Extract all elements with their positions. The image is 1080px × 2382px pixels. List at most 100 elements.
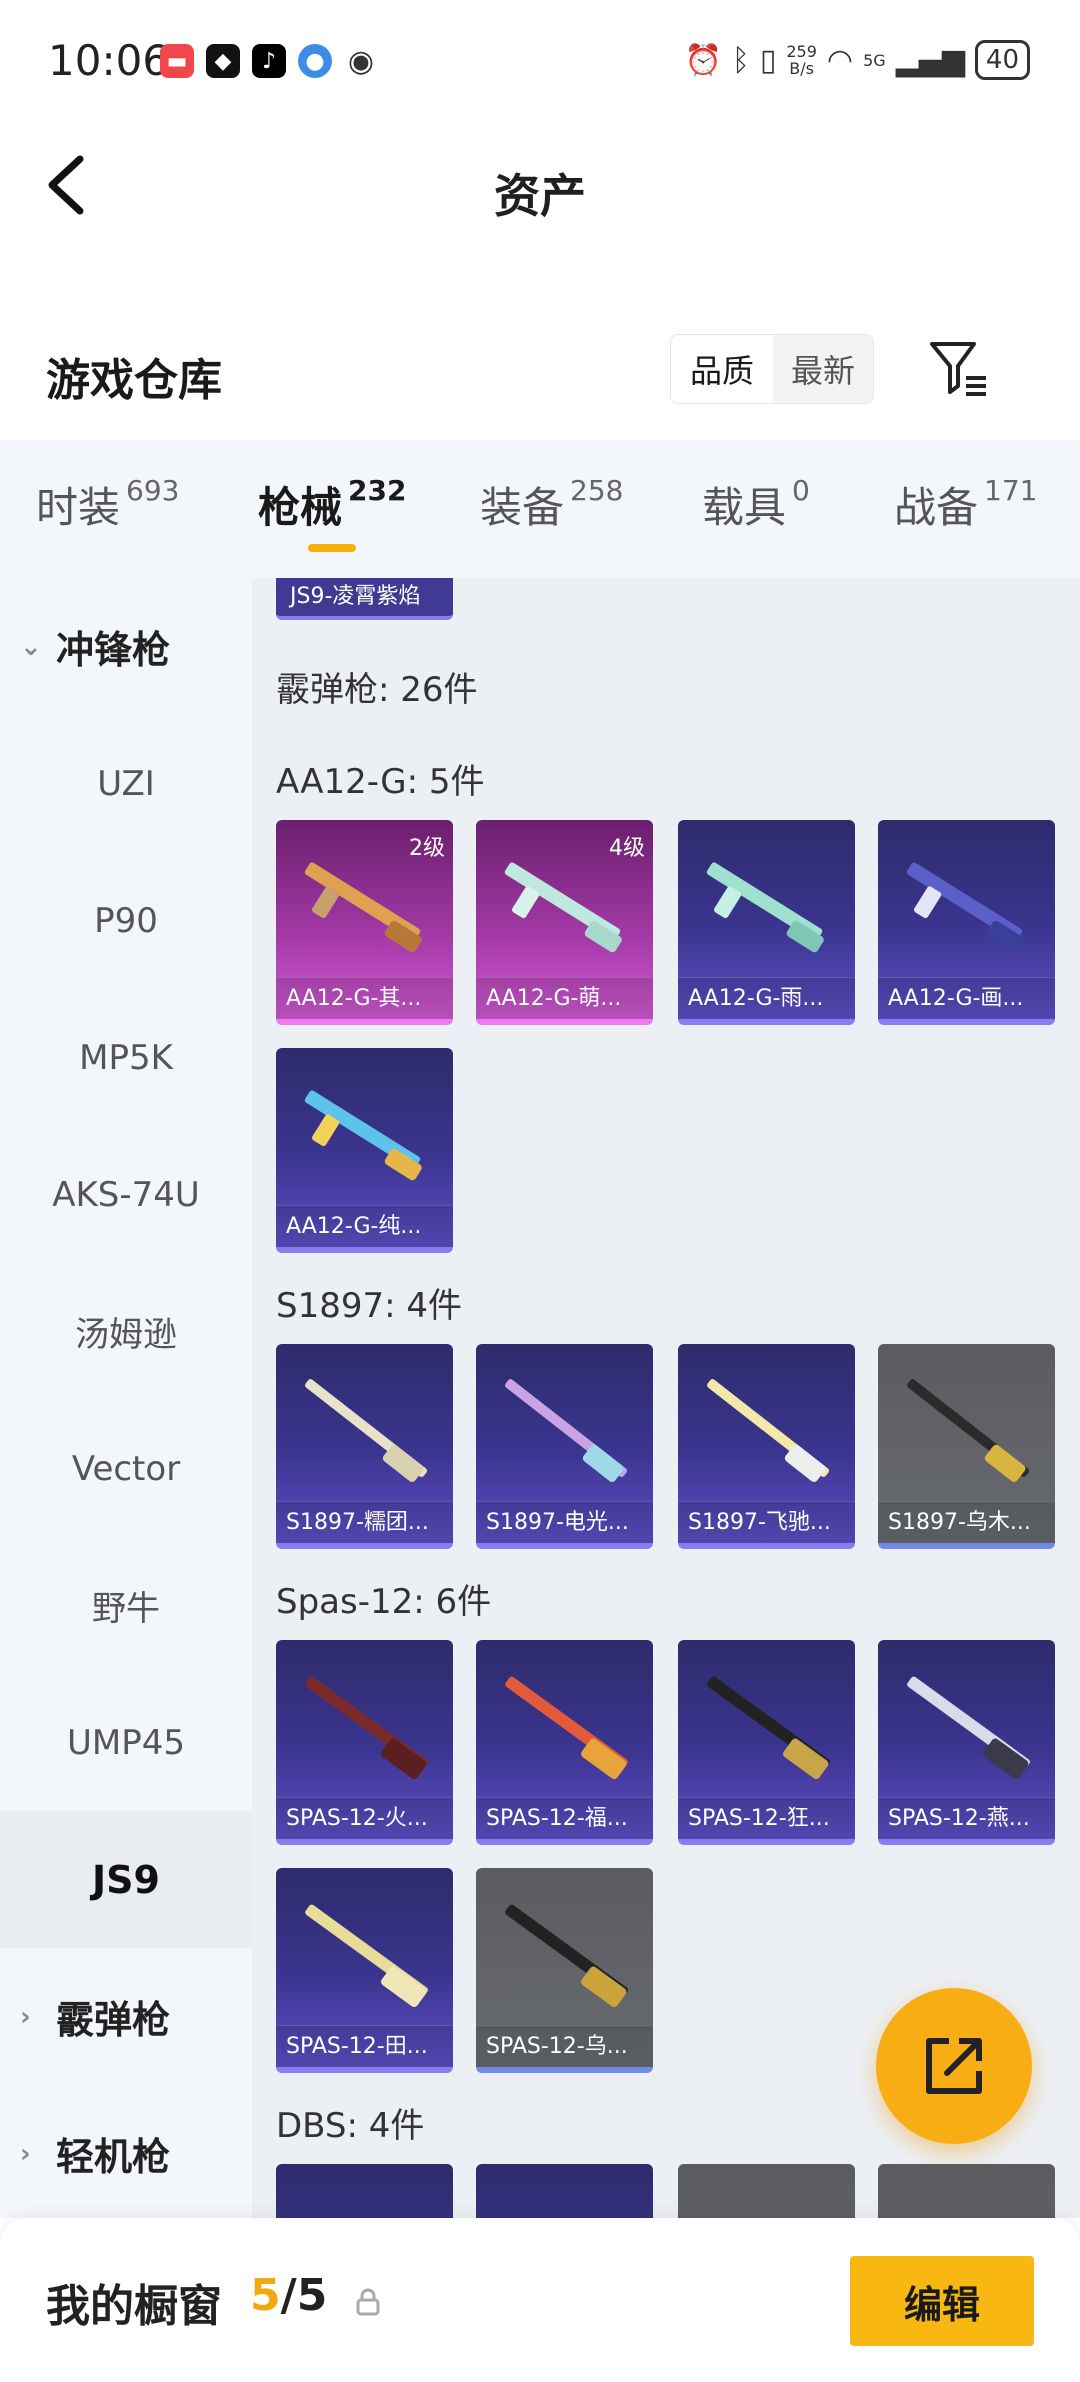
showcase-current: 5 (250, 2270, 281, 2321)
lock-icon (356, 2288, 380, 2316)
sidebar-item-thompson[interactable]: 汤姆逊 (0, 1263, 252, 1400)
filter-button[interactable] (928, 338, 990, 400)
eye-icon: ◉ (347, 43, 375, 79)
item-card[interactable] (476, 2164, 653, 2218)
tab-label: 枪械 (258, 483, 343, 532)
item-card[interactable] (276, 2164, 453, 2218)
sidebar-item-bizon[interactable]: 野牛 (0, 1537, 252, 1674)
sidebar-group-label: 霰弹枪 (56, 1998, 171, 2042)
sidebar-group-lmg[interactable]: › 轻机枪 (0, 2085, 252, 2222)
tab-count: 232 (348, 474, 407, 507)
item-name: SPAS-12-火... (276, 1797, 453, 1839)
shotgun-icon (305, 1676, 428, 1780)
item-name: AA12-G-其... (276, 977, 453, 1019)
weapon-type-sidebar: ⌄ 冲锋枪 UZI P90 MP5K AKS-74U 汤姆逊 Vector 野牛… (0, 578, 252, 2218)
item-card[interactable]: AA12-G-雨... (678, 820, 855, 1025)
item-card[interactable]: S1897-乌木... (878, 1344, 1055, 1549)
category-heading: 霰弹枪: 26件 (276, 670, 478, 710)
showcase-count: 5/5 (250, 2270, 327, 2321)
tab-label: 装备 (480, 483, 565, 532)
system-status: ⏰ ᛒ ▯ 259 B/s ◠ 5G ▂▄▆ 40 (684, 40, 1030, 80)
sidebar-group-smg[interactable]: ⌄ 冲锋枪 (0, 578, 252, 715)
item-card[interactable]: SPAS-12-田... (276, 1868, 453, 2073)
tab-supplies[interactable]: 战备 171 (894, 474, 1037, 535)
sort-newest-button[interactable]: 最新 (773, 335, 873, 403)
tab-guns[interactable]: 枪械 232 (258, 474, 406, 535)
item-card[interactable] (878, 2164, 1055, 2218)
item-card[interactable]: S1897-飞驰... (678, 1344, 855, 1549)
shotgun-icon (505, 1379, 627, 1482)
item-card[interactable]: AA12-G-纯... (276, 1048, 453, 1253)
shotgun-icon (305, 1379, 427, 1482)
item-name: SPAS-12-福... (476, 1797, 653, 1839)
shotgun-icon (707, 1676, 830, 1780)
sidebar-group-label: 冲锋枪 (56, 628, 171, 672)
browser-app-icon: ● (298, 44, 332, 78)
warehouse-header: 游戏仓库 品质 最新 (0, 320, 1080, 440)
item-card[interactable]: SPAS-12-乌... (476, 1868, 653, 2073)
group-heading-dbs: DBS: 4件 (276, 2106, 425, 2146)
item-card[interactable]: S1897-电光... (476, 1344, 653, 1549)
item-card[interactable]: SPAS-12-火... (276, 1640, 453, 1845)
sidebar-item-mp5k[interactable]: MP5K (0, 989, 252, 1126)
category-tabs: 时装 693 枪械 232 装备 258 载具 0 战备 171 (0, 440, 1080, 578)
sidebar-item-p90[interactable]: P90 (0, 852, 252, 989)
sidebar-group-label: 轻机枪 (56, 2135, 171, 2179)
sidebar-item-vector[interactable]: Vector (0, 1400, 252, 1537)
sidebar-group-shotgun[interactable]: › 霰弹枪 (0, 1948, 252, 2085)
item-grid: JS9-凌霄紫焰 霰弹枪: 26件 AA12-G: 5件 2级 AA12-G-其… (252, 578, 1080, 2218)
bluetooth-icon: ᛒ (731, 42, 750, 78)
item-name: AA12-G-雨... (678, 977, 855, 1019)
tab-count: 0 (792, 474, 810, 507)
game-app-icon: ◆ (206, 44, 240, 78)
sort-toggle: 品质 最新 (670, 334, 874, 404)
tiktok-app-icon: ♪ (252, 44, 286, 78)
showcase-total: /5 (280, 2270, 328, 2321)
item-card[interactable]: AA12-G-画... (878, 820, 1055, 1025)
item-card-js9-partial[interactable]: JS9-凌霄紫焰 (276, 578, 453, 620)
shotgun-icon (907, 1379, 1029, 1482)
tab-count: 258 (570, 474, 624, 507)
tab-fashion[interactable]: 时装 693 (36, 474, 179, 535)
sort-quality-button[interactable]: 品质 (671, 335, 773, 403)
sidebar-item-aks74u[interactable]: AKS-74U (0, 1126, 252, 1263)
shotgun-icon (907, 1676, 1030, 1780)
item-card[interactable]: S1897-糯团... (276, 1344, 453, 1549)
shotgun-icon (304, 1090, 422, 1181)
item-card[interactable]: 2级 AA12-G-其... (276, 820, 453, 1025)
item-name: SPAS-12-狂... (678, 1797, 855, 1839)
item-card[interactable]: SPAS-12-燕... (878, 1640, 1055, 1845)
tab-count: 171 (984, 474, 1038, 507)
item-card[interactable]: 4级 AA12-G-萌... (476, 820, 653, 1025)
shotgun-icon (706, 862, 824, 953)
sidebar-item-js9[interactable]: JS9 (0, 1811, 252, 1948)
tab-equipment[interactable]: 装备 258 (480, 474, 623, 535)
page-title: 资产 (494, 169, 586, 223)
alarm-icon: ⏰ (684, 42, 722, 78)
chevron-right-icon: › (20, 2001, 31, 2032)
showcase-bar: 我的橱窗 5/5 编辑 (0, 2218, 1080, 2382)
item-name: S1897-糯团... (276, 1501, 453, 1543)
vibrate-icon: ▯ (759, 42, 777, 78)
item-card[interactable]: SPAS-12-狂... (678, 1640, 855, 1845)
group-heading-spas12: Spas-12: 6件 (276, 1582, 492, 1622)
tab-vehicles[interactable]: 载具 0 (702, 474, 810, 535)
sidebar-item-ump45[interactable]: UMP45 (0, 1674, 252, 1811)
item-name: SPAS-12-田... (276, 2025, 453, 2067)
signal-network: 5G (863, 50, 886, 70)
status-bar: 10:06 ▬ ◆ ♪ ● ◉ ⏰ ᛒ ▯ 259 B/s ◠ 5G ▂▄▆ 4… (0, 0, 1080, 120)
share-button[interactable] (876, 1988, 1032, 2144)
item-name: AA12-G-画... (878, 977, 1055, 1019)
battery-indicator: 40 (974, 40, 1030, 80)
item-card[interactable]: SPAS-12-福... (476, 1640, 653, 1845)
group-heading-s1897: S1897: 4件 (276, 1286, 463, 1326)
shotgun-icon (505, 1676, 628, 1780)
edit-button[interactable]: 编辑 (850, 2256, 1034, 2346)
sidebar-item-uzi[interactable]: UZI (0, 715, 252, 852)
item-level: 2级 (409, 836, 445, 861)
item-card[interactable] (678, 2164, 855, 2218)
tab-label: 时装 (36, 483, 121, 532)
item-name: AA12-G-纯... (276, 1205, 453, 1247)
tab-label: 载具 (702, 483, 787, 532)
item-name: S1897-飞驰... (678, 1501, 855, 1543)
